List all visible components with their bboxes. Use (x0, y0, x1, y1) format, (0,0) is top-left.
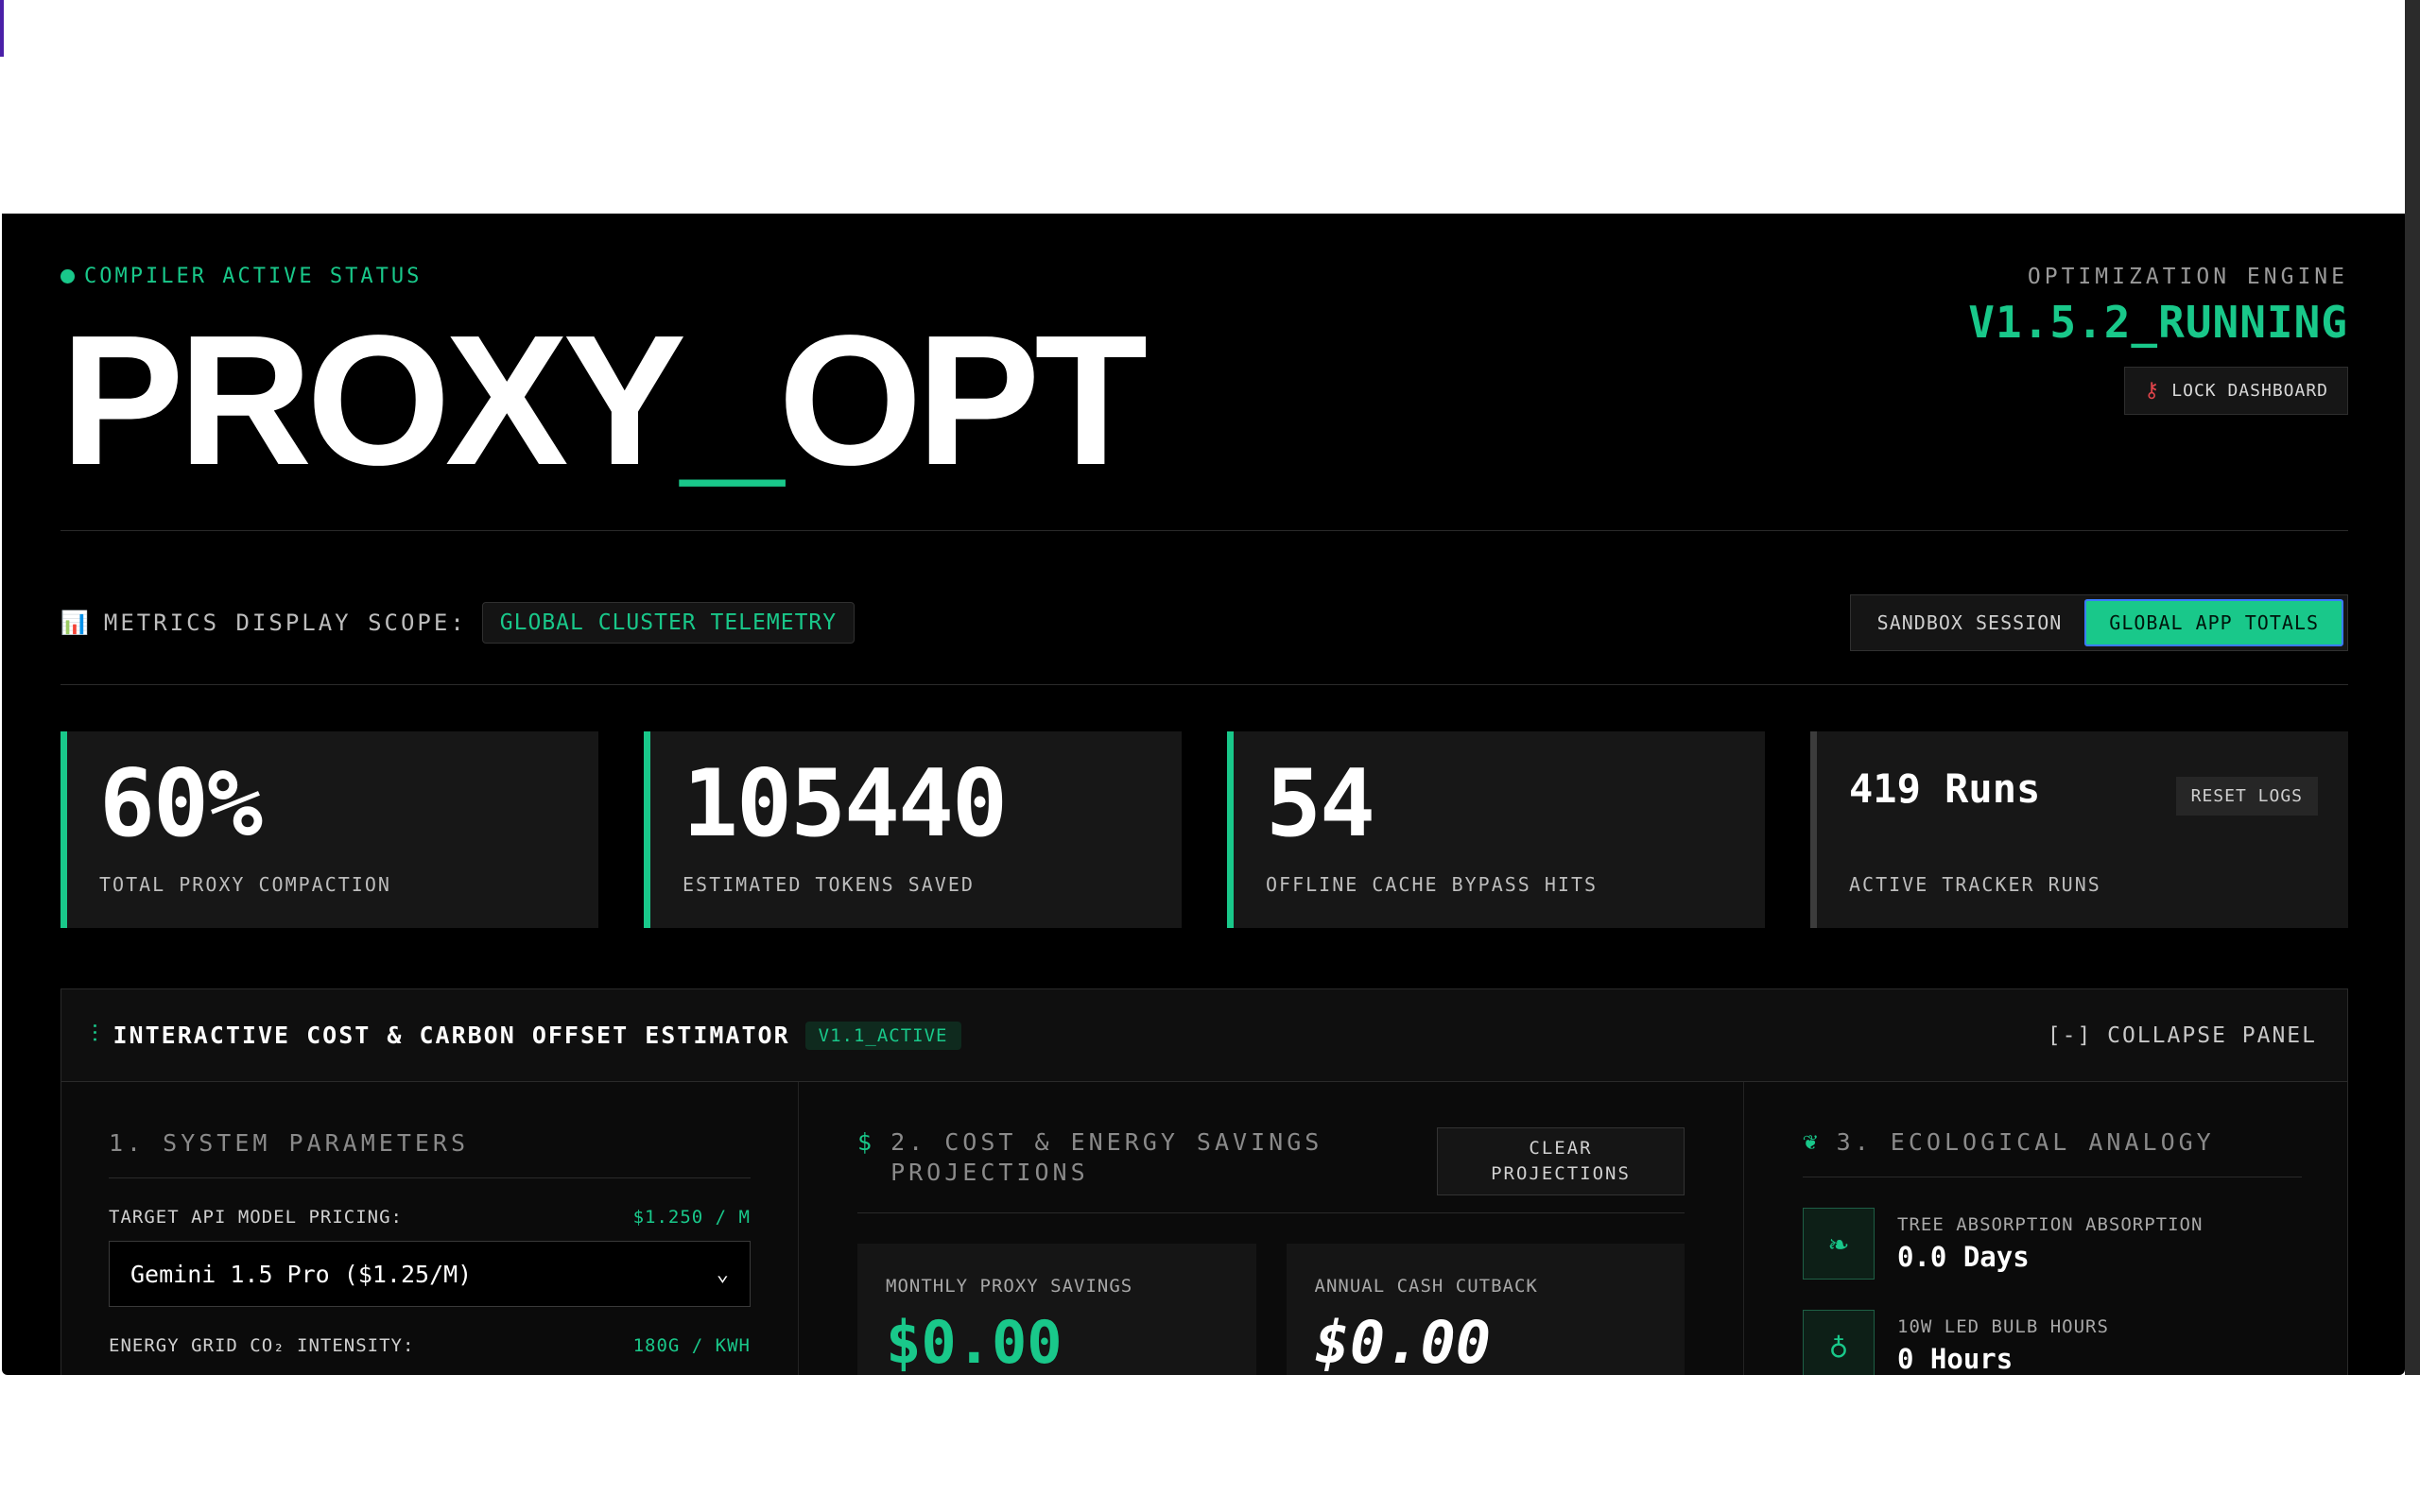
browser-top-area (0, 0, 2420, 214)
eco-item-text: TREE ABSORPTION ABSORPTION 0.0 Days (1897, 1214, 2203, 1273)
grid-intensity-label: ENERGY GRID CO₂ INTENSITY: (109, 1335, 415, 1356)
engine-status: OPTIMIZATION ENGINE V1.5.2_RUNNING ⚷ LOC… (1968, 265, 2348, 415)
key-icon: ⚷ (2144, 379, 2161, 403)
scope-badge: GLOBAL CLUSTER TELEMETRY (481, 602, 856, 644)
dashboard-header: COMPILER ACTIVE STATUS PROXY_OPT OPTIMIZ… (60, 265, 2348, 529)
estimator-panel: ⫶ INTERACTIVE COST & CARBON OFFSET ESTIM… (60, 988, 2348, 1375)
leaf-outline-icon: ❦ (1803, 1127, 1822, 1156)
dashboard-window: COMPILER ACTIVE STATUS PROXY_OPT OPTIMIZ… (2, 214, 2405, 1375)
lock-dashboard-button[interactable]: ⚷ LOCK DASHBOARD (2124, 367, 2348, 415)
metric-caption: ESTIMATED TOKENS SAVED (683, 873, 975, 896)
metric-card-tracker-runs: 419 Runs RESET LOGS ACTIVE TRACKER RUNS (1810, 731, 2348, 928)
model-selected-value: Gemini 1.5 Pro ($1.25/M) (130, 1260, 473, 1288)
ecological-title-group: ❦ 3. ECOLOGICAL ANALOGY (1803, 1127, 2302, 1177)
savings-column: $ 2. COST & ENERGY SAVINGS PROJECTIONS C… (799, 1082, 1744, 1375)
global-app-totals-option[interactable]: GLOBAL APP TOTALS (2084, 599, 2343, 646)
savings-title: 2. COST & ENERGY SAVINGS PROJECTIONS (890, 1128, 1323, 1186)
eco-item-caption: 10W LED BULB HOURS (1897, 1316, 2109, 1337)
projection-boxes: MONTHLY PROXY SAVINGS $0.00 ANNUAL CASH … (857, 1244, 1685, 1375)
savings-title-group: $ 2. COST & ENERGY SAVINGS PROJECTIONS (857, 1127, 1349, 1188)
scope-label-group: 📊 METRICS DISPLAY SCOPE: GLOBAL CLUSTER … (60, 602, 856, 644)
reset-logs-button[interactable]: RESET LOGS (2175, 777, 2318, 816)
estimator-title: INTERACTIVE COST & CARBON OFFSET ESTIMAT… (112, 1022, 790, 1049)
scope-toggle: SANDBOX SESSION GLOBAL APP TOTALS (1849, 594, 2348, 651)
scope-divider (60, 684, 2348, 685)
metric-card-compaction: 60% TOTAL PROXY COMPACTION (60, 731, 598, 928)
metrics-scope-row: 📊 METRICS DISPLAY SCOPE: GLOBAL CLUSTER … (60, 592, 2348, 654)
eco-item-value: 0.0 Days (1897, 1241, 2030, 1273)
chevron-down-icon: ⌄ (716, 1262, 729, 1286)
leaf-icon: ❧ (1803, 1208, 1875, 1280)
eco-item-value: 0 Hours (1897, 1343, 2014, 1375)
sandbox-session-option[interactable]: SANDBOX SESSION (1855, 599, 2085, 646)
annual-cutback-label: ANNUAL CASH CUTBACK (1314, 1276, 1538, 1297)
savings-header: $ 2. COST & ENERGY SAVINGS PROJECTIONS C… (857, 1127, 1685, 1213)
brand-part-1: PROXY (60, 297, 686, 504)
pricing-label: TARGET API MODEL PRICING: (109, 1207, 403, 1228)
monthly-savings-box: MONTHLY PROXY SAVINGS $0.00 (857, 1244, 1256, 1375)
eco-item-text: 10W LED BULB HOURS 0 Hours (1897, 1316, 2109, 1375)
metric-value: 54 (1266, 750, 1375, 858)
scope-label: METRICS DISPLAY SCOPE: (103, 610, 467, 636)
annual-cutback-value: $0.00 (1314, 1308, 1492, 1375)
estimator-title-group: ⫶ INTERACTIVE COST & CARBON OFFSET ESTIM… (92, 1021, 961, 1050)
bar-chart-icon: 📊 (60, 610, 89, 636)
eco-item-tree: ❧ TREE ABSORPTION ABSORPTION 0.0 Days (1803, 1208, 2302, 1280)
collapse-panel-button[interactable]: [-] COLLAPSE PANEL (2048, 1023, 2317, 1048)
monthly-savings-value: $0.00 (886, 1308, 1063, 1375)
sliders-icon: ⫶ (92, 1021, 98, 1049)
engine-label: OPTIMIZATION ENGINE (2027, 265, 2348, 289)
metric-caption: ACTIVE TRACKER RUNS (1849, 873, 2101, 896)
grid-intensity-value: 180G / KWH (632, 1335, 751, 1356)
brand-underscore: _ (681, 297, 784, 504)
metric-value: 105440 (683, 750, 1008, 858)
eco-item-bulb: ♁ 10W LED BULB HOURS 0 Hours (1803, 1310, 2302, 1375)
lightbulb-icon: ♁ (1803, 1310, 1875, 1375)
engine-version: V1.5.2_RUNNING (1968, 297, 2348, 348)
system-parameters-title: 1. SYSTEM PARAMETERS (109, 1129, 751, 1178)
lock-dashboard-label: LOCK DASHBOARD (2171, 381, 2328, 401)
status-dot-icon (60, 269, 75, 284)
clear-projections-button[interactable]: CLEAR PROJECTIONS (1437, 1127, 1685, 1195)
ecological-title: 3. ECOLOGICAL ANALOGY (1836, 1127, 2215, 1156)
metric-caption: OFFLINE CACHE BYPASS HITS (1266, 873, 1599, 896)
dollar-icon: $ (857, 1128, 876, 1156)
ecological-column: ❦ 3. ECOLOGICAL ANALOGY ❧ TREE ABSORPTIO… (1744, 1082, 2349, 1375)
status-label: COMPILER ACTIVE STATUS (84, 265, 423, 288)
annual-cutback-box: ANNUAL CASH CUTBACK $0.00 (1286, 1244, 1685, 1375)
model-pricing-select[interactable]: Gemini 1.5 Pro ($1.25/M) ⌄ (109, 1241, 751, 1307)
brand-title: PROXY_OPT (60, 308, 1148, 493)
metric-value: 419 Runs (1849, 765, 2041, 812)
metric-caption: TOTAL PROXY COMPACTION (99, 873, 391, 896)
metric-value: 60% (99, 750, 263, 858)
pricing-value: $1.250 / M (632, 1207, 751, 1228)
window-edge-accent (0, 0, 4, 57)
system-parameters-column: 1. SYSTEM PARAMETERS TARGET API MODEL PR… (61, 1082, 799, 1375)
eco-item-caption: TREE ABSORPTION ABSORPTION (1897, 1214, 2204, 1235)
brand-part-2: OPT (778, 297, 1148, 504)
header-divider (60, 530, 2348, 531)
desktop-bottom-area (0, 1375, 2420, 1512)
monthly-savings-label: MONTHLY PROXY SAVINGS (886, 1276, 1133, 1297)
estimator-version-badge: V1.1_ACTIVE (804, 1021, 961, 1050)
metric-cards: 60% TOTAL PROXY COMPACTION 105440 ESTIMA… (60, 731, 2348, 928)
pricing-row: TARGET API MODEL PRICING: $1.250 / M (109, 1207, 751, 1228)
metric-card-tokens: 105440 ESTIMATED TOKENS SAVED (644, 731, 1182, 928)
estimator-header: ⫶ INTERACTIVE COST & CARBON OFFSET ESTIM… (61, 989, 2347, 1082)
metric-card-cache-hits: 54 OFFLINE CACHE BYPASS HITS (1227, 731, 1765, 928)
grid-intensity-row: ENERGY GRID CO₂ INTENSITY: 180G / KWH (109, 1335, 751, 1356)
